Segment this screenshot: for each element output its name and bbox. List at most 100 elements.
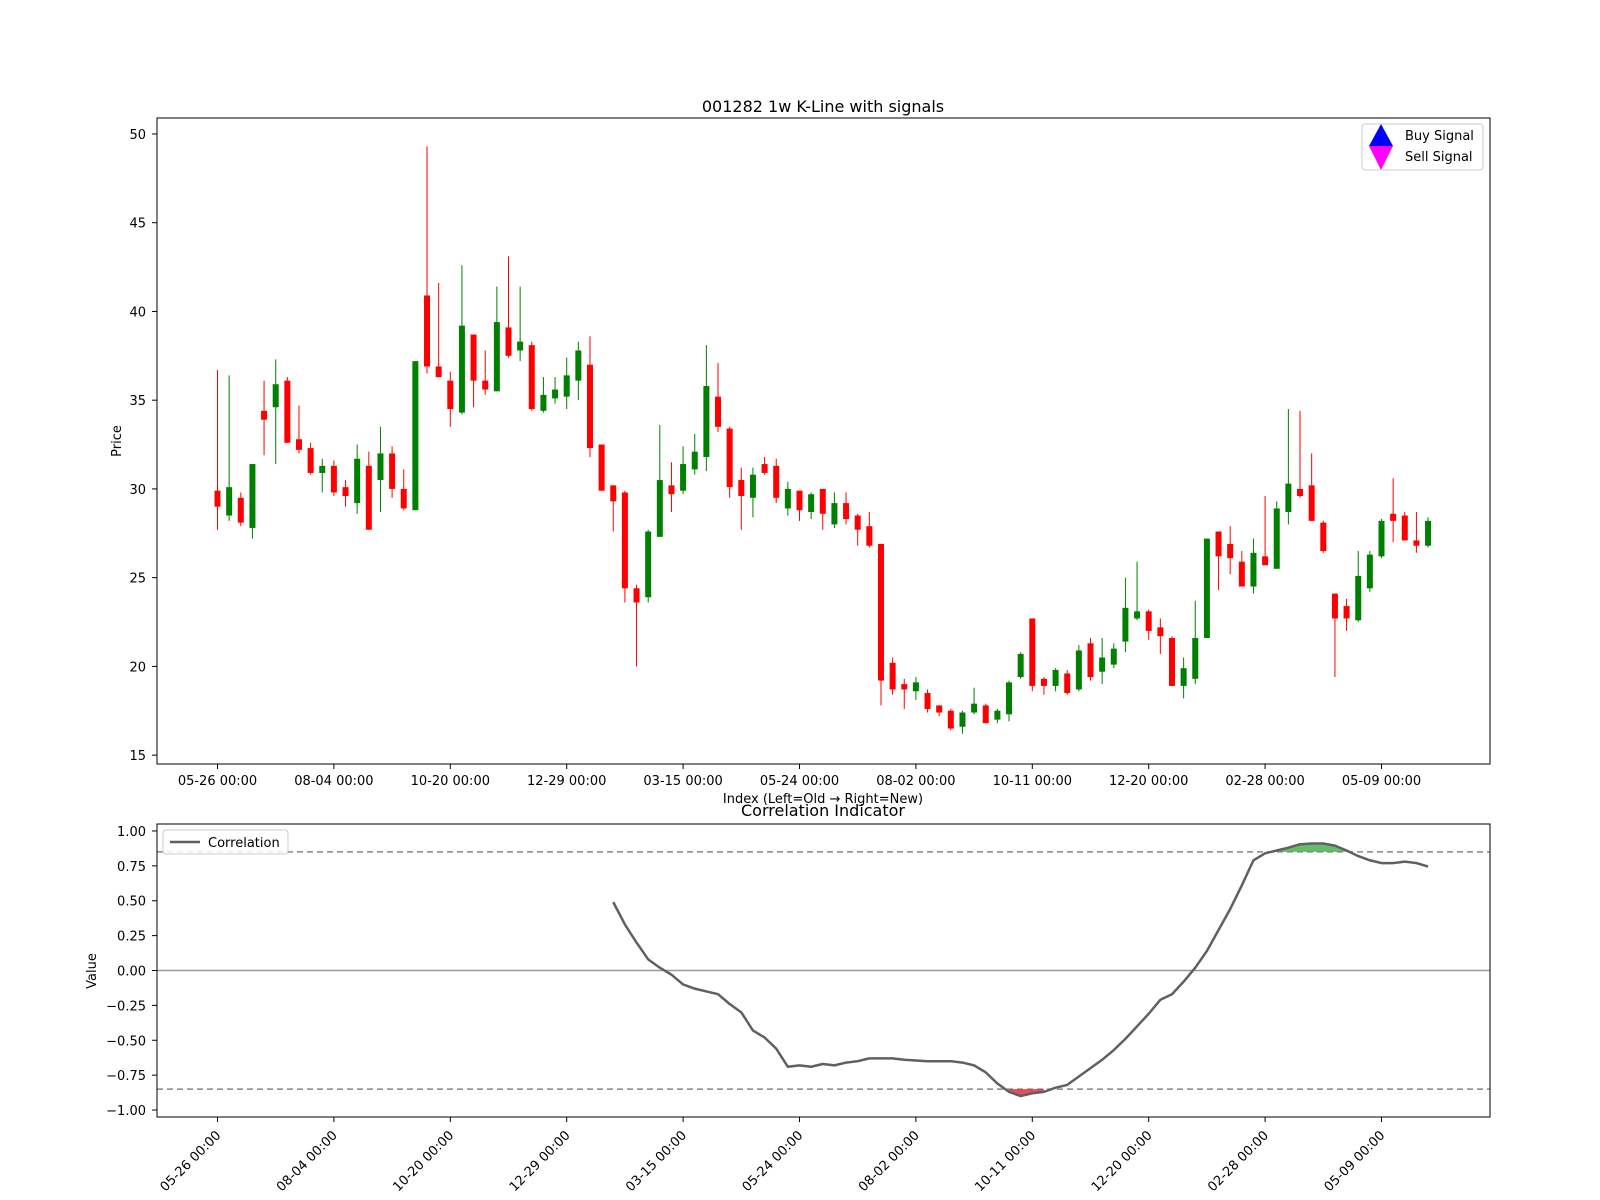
candle-body bbox=[447, 380, 454, 410]
kline-xtick-label: 05-24 00:00 bbox=[760, 774, 839, 789]
kline-candles bbox=[214, 146, 1432, 734]
candle-body bbox=[1180, 668, 1187, 686]
candle-body bbox=[1029, 618, 1036, 686]
corr-xtick-label: 05-24 00:00 bbox=[740, 1128, 807, 1195]
corr-xtick-label: 12-29 00:00 bbox=[507, 1128, 574, 1195]
candle-body bbox=[319, 465, 326, 473]
candle-body bbox=[1401, 515, 1408, 541]
kline-title: 001282 1w K-Line with signals bbox=[702, 97, 944, 116]
candle-body bbox=[1262, 556, 1269, 566]
candle-body bbox=[435, 366, 442, 378]
candle-body bbox=[1099, 657, 1106, 672]
candle-body bbox=[1052, 669, 1059, 686]
candle-body bbox=[1227, 543, 1234, 559]
candle-body bbox=[738, 480, 745, 497]
candle-body bbox=[552, 389, 559, 399]
candle-body bbox=[482, 380, 489, 390]
candle-body bbox=[796, 490, 803, 511]
candle-body bbox=[924, 693, 931, 709]
candle-body bbox=[377, 453, 384, 481]
candle-body bbox=[889, 662, 896, 690]
corr-ytick-label: −1.00 bbox=[106, 1104, 146, 1119]
corr-xtick-label: 03-15 00:00 bbox=[623, 1128, 690, 1195]
candle-body bbox=[1087, 643, 1094, 678]
candle-body bbox=[1425, 520, 1432, 546]
candle-body bbox=[959, 712, 966, 727]
kline-xtick-label: 03-15 00:00 bbox=[643, 774, 722, 789]
candle-body bbox=[1017, 653, 1024, 678]
candle-body bbox=[424, 295, 431, 367]
candle-body bbox=[1192, 637, 1199, 679]
candle-body bbox=[1320, 522, 1327, 552]
candle-body bbox=[808, 494, 815, 512]
kline-xtick-label: 08-02 00:00 bbox=[876, 774, 955, 789]
candle-body bbox=[784, 488, 791, 509]
candle-body bbox=[1390, 513, 1397, 521]
kline-ytick-label: 30 bbox=[129, 483, 146, 498]
candle-body bbox=[761, 464, 768, 473]
candle-body bbox=[1203, 538, 1210, 638]
candle-body bbox=[936, 705, 943, 713]
corr-legend: Correlation bbox=[162, 829, 289, 855]
candle-body bbox=[400, 488, 407, 509]
candle-body bbox=[773, 465, 780, 498]
kline-xtick-label: 10-11 00:00 bbox=[993, 774, 1072, 789]
candle-body bbox=[1250, 552, 1257, 587]
kline-xtick-label: 12-20 00:00 bbox=[1109, 774, 1188, 789]
candle-body bbox=[389, 453, 396, 489]
candle-body bbox=[586, 364, 593, 449]
candle-body bbox=[1006, 682, 1013, 715]
corr-ytick-label: −0.25 bbox=[106, 999, 146, 1014]
candle-body bbox=[1134, 611, 1141, 619]
candle-body bbox=[1157, 627, 1164, 637]
candle-body bbox=[1145, 611, 1152, 631]
candle-body bbox=[261, 410, 268, 420]
candle-body bbox=[575, 350, 582, 381]
candle-body bbox=[749, 474, 756, 498]
candle-body bbox=[912, 682, 919, 692]
candle-body bbox=[214, 490, 221, 507]
candle-body bbox=[295, 439, 302, 450]
candle-body bbox=[1040, 678, 1047, 686]
candle-body bbox=[470, 334, 477, 381]
candle-body bbox=[563, 375, 570, 397]
candle-body bbox=[971, 703, 978, 713]
candle-body bbox=[854, 515, 861, 530]
corr-xtick-label: 08-02 00:00 bbox=[856, 1128, 923, 1195]
corr-ytick-label: −0.75 bbox=[106, 1069, 146, 1084]
candle-body bbox=[1168, 637, 1175, 686]
corr-ytick-label: −0.50 bbox=[106, 1034, 146, 1049]
candle-body bbox=[947, 710, 954, 729]
candle-body bbox=[365, 465, 372, 530]
candle-body bbox=[493, 322, 500, 392]
candle-body bbox=[249, 464, 256, 528]
corr-title: Correlation Indicator bbox=[741, 801, 905, 820]
candle-body bbox=[1110, 648, 1117, 665]
candle-body bbox=[668, 485, 675, 495]
candle-body bbox=[1273, 508, 1280, 569]
kline-ylabel: Price bbox=[110, 425, 125, 457]
kline-ytick-label: 40 bbox=[129, 305, 146, 320]
candle-body bbox=[901, 684, 908, 690]
kline-xtick-label: 10-20 00:00 bbox=[411, 774, 490, 789]
corr-ytick-label: 0.75 bbox=[117, 860, 146, 875]
candle-body bbox=[540, 394, 547, 411]
candle-body bbox=[505, 327, 512, 356]
candle-body bbox=[726, 428, 733, 488]
corr-ytick-label: 0.00 bbox=[117, 965, 146, 980]
corr-xtick-label: 10-20 00:00 bbox=[390, 1128, 457, 1195]
corr-xtick-label: 05-09 00:00 bbox=[1322, 1128, 1389, 1195]
kline-panel: 001282 1w K-Line with signals 15 20 25 30 35… bbox=[110, 97, 1491, 807]
candle-body bbox=[330, 465, 337, 493]
kline-ytick-label: 35 bbox=[129, 394, 146, 409]
candle-body bbox=[458, 325, 465, 413]
candle-body bbox=[1064, 673, 1071, 694]
corr-xtick-label: 02-28 00:00 bbox=[1205, 1128, 1272, 1195]
candle-body bbox=[1238, 561, 1245, 587]
corr-xtick-label: 08-04 00:00 bbox=[274, 1128, 341, 1195]
chart-figure: 001282 1w K-Line with signals 15 20 25 30 35… bbox=[85, 97, 1491, 1195]
candle-body bbox=[819, 488, 826, 514]
kline-axes-frame bbox=[156, 117, 1491, 765]
corr-axis-ticks: 1.00 0.75 0.50 0.25 0.00 −0.25 −0.50 −0.75 −1.00… bbox=[106, 825, 1388, 1195]
corr-legend-label: Correlation bbox=[208, 836, 280, 851]
